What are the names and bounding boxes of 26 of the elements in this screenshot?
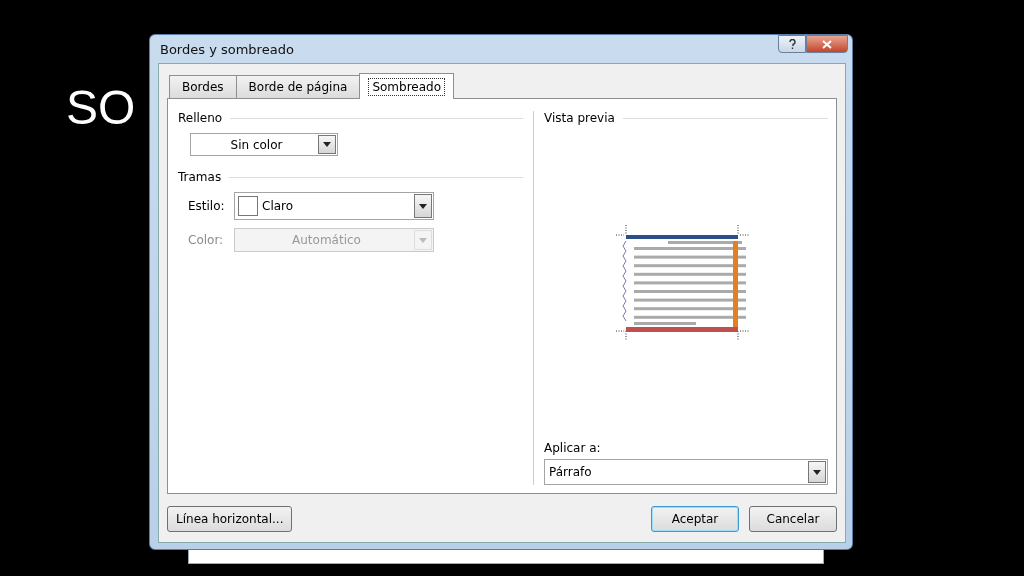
caret-icon [323,142,331,147]
group-heading: Relleno [178,111,223,125]
caret-icon [419,237,427,243]
tab[interactable]: Sombreado [359,73,454,99]
help-icon [788,39,796,49]
field-label: Estilo: [188,199,226,213]
dropdown[interactable]: Claro [234,192,434,220]
fill-color-dropdown[interactable]: Sin color [190,133,338,156]
help-button[interactable] [778,35,806,53]
dialog-button[interactable]: Cancelar [749,506,837,532]
group-heading: Tramas [178,170,222,184]
tab[interactable]: Bordes [169,75,237,98]
apply-to-dropdown[interactable]: Párrafo [544,459,828,485]
group-heading: Vista previa [544,111,615,125]
window-title: Bordes y sombreado [160,41,294,57]
field-label: Color: [188,233,225,247]
close-button[interactable] [806,35,848,53]
caret-icon [419,203,427,209]
close-icon [822,39,832,49]
field-label: Aplicar a: [544,441,602,455]
caret-icon [813,469,821,475]
swatch-icon [238,196,258,216]
slide-title: SO [66,80,136,135]
dialog-button[interactable]: Aceptar [651,506,739,532]
tab[interactable]: Borde de página [235,75,361,98]
dialog-button[interactable]: Línea horizontal... [167,506,293,532]
